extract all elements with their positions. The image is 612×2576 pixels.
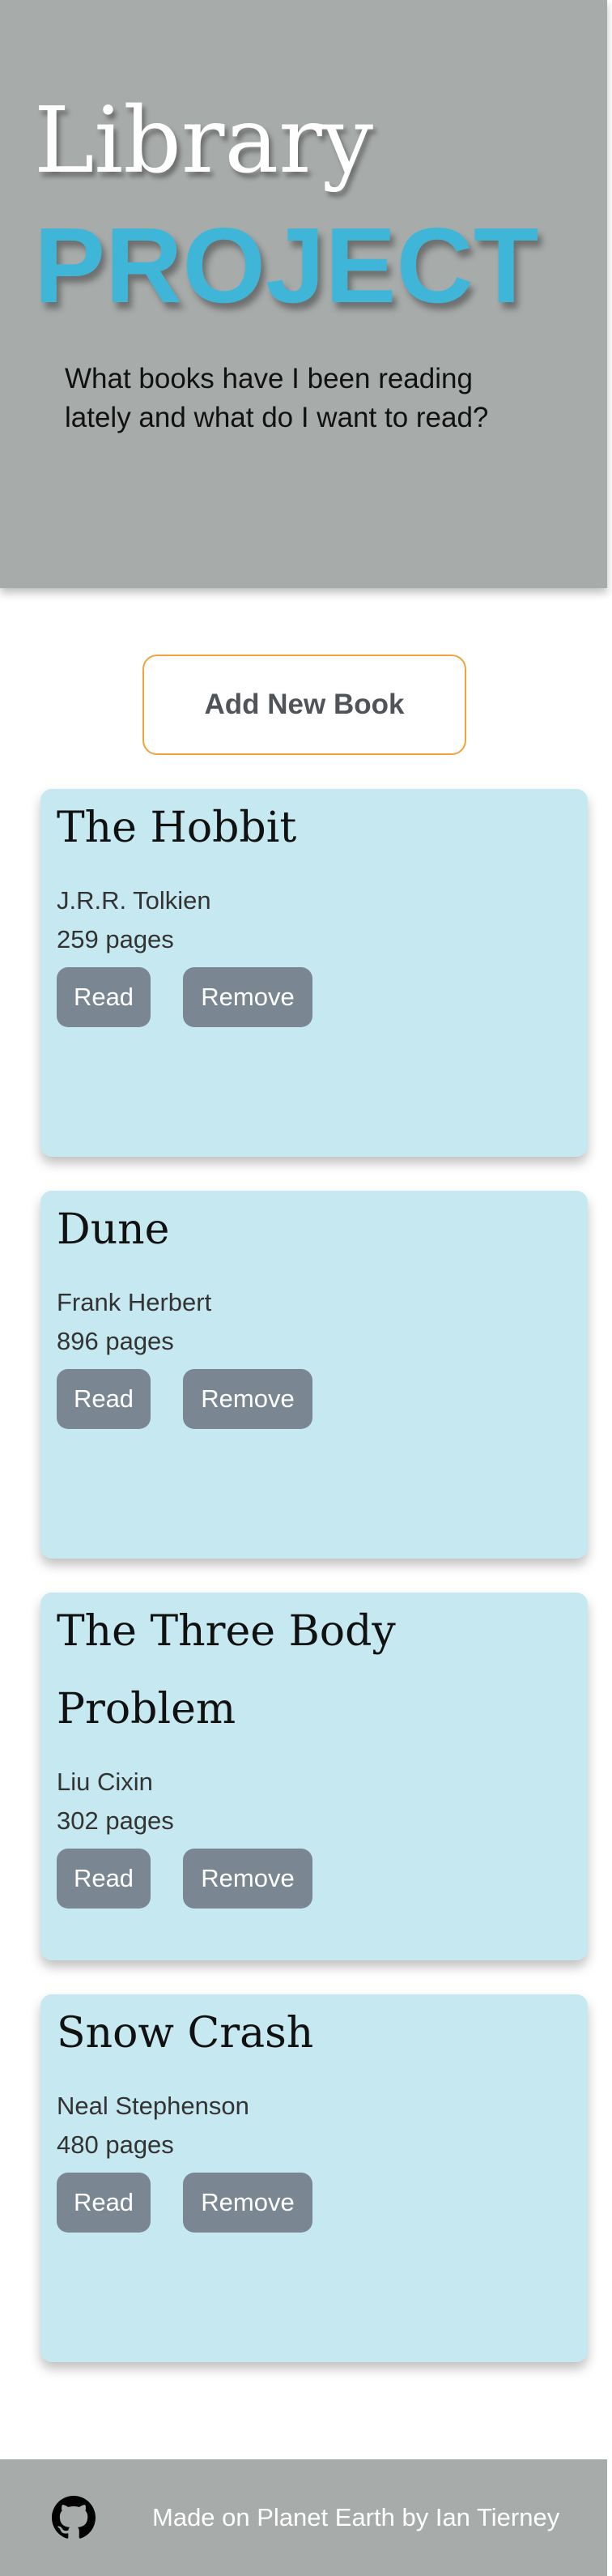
book-author: Liu Cixin — [57, 1768, 153, 1796]
book-pages: 259 pages — [57, 925, 174, 953]
book-title: The Three Body Problem — [57, 1607, 396, 1734]
title-library: Library — [34, 88, 374, 194]
add-new-book-button[interactable]: Add New Book — [142, 655, 466, 755]
book-card: The Three Body Problem Liu Cixin 302 pag… — [40, 1593, 588, 1960]
page-header: Library PROJECT What books have I been r… — [0, 0, 607, 588]
book-pages: 896 pages — [57, 1327, 174, 1355]
remove-button[interactable]: Remove — [183, 1369, 312, 1429]
remove-button[interactable]: Remove — [183, 1849, 312, 1909]
github-icon[interactable] — [52, 2496, 96, 2540]
footer-credit: Made on Planet Earth by Ian Tierney — [152, 2503, 560, 2531]
book-card: Dune Frank Herbert 896 pages Read Remove — [40, 1191, 588, 1559]
book-title: The Hobbit — [57, 804, 297, 852]
book-pages: 302 pages — [57, 1806, 174, 1835]
read-button[interactable]: Read — [57, 967, 151, 1027]
book-author: J.R.R. Tolkien — [57, 886, 211, 915]
page-subtitle: What books have I been reading lately an… — [65, 363, 489, 433]
book-card: The Hobbit J.R.R. Tolkien 259 pages Read… — [40, 789, 588, 1157]
book-author: Frank Herbert — [57, 1288, 212, 1316]
book-title: Dune — [57, 1205, 170, 1254]
book-pages: 480 pages — [57, 2130, 174, 2159]
remove-button[interactable]: Remove — [183, 967, 312, 1027]
page-footer: Made on Planet Earth by Ian Tierney — [0, 2459, 607, 2576]
remove-button[interactable]: Remove — [183, 2173, 312, 2233]
read-button[interactable]: Read — [57, 2173, 151, 2233]
book-card: Snow Crash Neal Stephenson 480 pages Rea… — [40, 1994, 588, 2362]
read-button[interactable]: Read — [57, 1849, 151, 1909]
read-button[interactable]: Read — [57, 1369, 151, 1429]
title-project: PROJECT — [34, 206, 539, 325]
book-author: Neal Stephenson — [57, 2092, 249, 2120]
book-title: Snow Crash — [57, 2009, 314, 2058]
